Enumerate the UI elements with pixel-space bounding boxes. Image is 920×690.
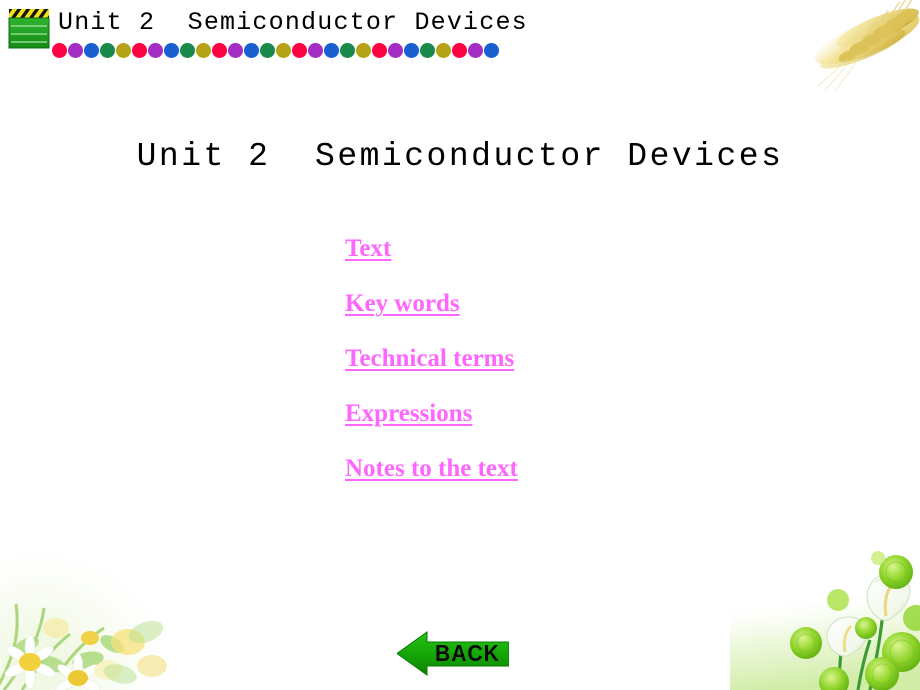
slide-canvas: Unit 2 Semiconductor Devices Unit 2 Semi… bbox=[0, 0, 920, 690]
decoration-dot bbox=[228, 43, 243, 58]
decoration-dot bbox=[52, 43, 67, 58]
decoration-dot bbox=[260, 43, 275, 58]
decoration-dot bbox=[164, 43, 179, 58]
decoration-dot bbox=[68, 43, 83, 58]
decoration-dot bbox=[292, 43, 307, 58]
decoration-dot-row bbox=[52, 43, 499, 59]
decoration-dot bbox=[372, 43, 387, 58]
link-notes-to-the-text[interactable]: Notes to the text bbox=[345, 454, 518, 484]
daisy-flowers-image bbox=[0, 542, 175, 690]
decoration-dot bbox=[484, 43, 499, 58]
decoration-dot bbox=[84, 43, 99, 58]
decoration-dot bbox=[340, 43, 355, 58]
link-text[interactable]: Text bbox=[345, 234, 391, 264]
decoration-dot bbox=[324, 43, 339, 58]
page-title: Unit 2 Semiconductor Devices bbox=[136, 138, 784, 175]
back-arrow-icon bbox=[396, 631, 510, 676]
decoration-dot bbox=[100, 43, 115, 58]
decoration-dot bbox=[116, 43, 131, 58]
decoration-dot bbox=[388, 43, 403, 58]
decoration-dot bbox=[276, 43, 291, 58]
decoration-dot bbox=[244, 43, 259, 58]
decoration-dot bbox=[468, 43, 483, 58]
link-technical-terms[interactable]: Technical terms bbox=[345, 344, 514, 374]
clapperboard-icon bbox=[7, 7, 51, 51]
link-key-words[interactable]: Key words bbox=[345, 289, 460, 319]
decoration-dot bbox=[404, 43, 419, 58]
decoration-dot bbox=[420, 43, 435, 58]
decoration-dot bbox=[452, 43, 467, 58]
decoration-dot bbox=[212, 43, 227, 58]
decoration-dot bbox=[132, 43, 147, 58]
back-button[interactable]: BACK bbox=[396, 630, 510, 677]
decoration-dot bbox=[436, 43, 451, 58]
navigation-link-list: Text Key words Technical terms Expressio… bbox=[345, 234, 795, 484]
header-bar: Unit 2 Semiconductor Devices bbox=[0, 0, 920, 70]
decoration-dot bbox=[148, 43, 163, 58]
decoration-dot bbox=[356, 43, 371, 58]
link-expressions[interactable]: Expressions bbox=[345, 399, 472, 429]
decoration-dot bbox=[180, 43, 195, 58]
decoration-dot bbox=[308, 43, 323, 58]
calla-lily-flowers-image bbox=[730, 540, 920, 690]
header-title: Unit 2 Semiconductor Devices bbox=[58, 8, 528, 37]
decoration-dot bbox=[196, 43, 211, 58]
